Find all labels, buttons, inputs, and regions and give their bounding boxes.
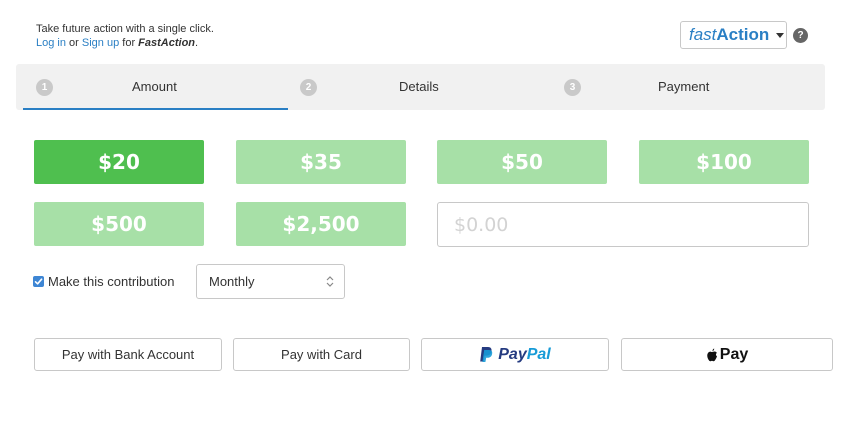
select-arrows-icon (326, 276, 334, 287)
amount-button-50[interactable]: $50 (437, 140, 607, 184)
fastaction-logo-action: Action (716, 25, 770, 44)
step-number-icon: 3 (564, 79, 581, 96)
tab-details-label: Details (399, 79, 439, 94)
pay-bank-button[interactable]: Pay with Bank Account (34, 338, 222, 371)
fastaction-promo: Take future action with a single click. … (36, 22, 214, 50)
tab-payment[interactable]: 3 Payment (553, 64, 825, 110)
recurring-checkbox[interactable] (33, 276, 44, 287)
step-tabs: 1 Amount 2 Details 3 Payment (16, 64, 825, 110)
tab-details[interactable]: 2 Details (288, 64, 553, 110)
pay-card-label: Pay with Card (281, 347, 362, 362)
fastaction-dropdown[interactable]: fast Action (680, 21, 787, 49)
login-link[interactable]: Log in (36, 37, 66, 49)
apple-pay-wordmark: Pay (719, 345, 749, 363)
promo-links: Log in or Sign up for FastAction. (36, 36, 214, 50)
promo-period: . (195, 37, 199, 49)
step-number-icon: 1 (36, 79, 53, 96)
tab-payment-label: Payment (658, 79, 710, 94)
amount-button-20[interactable]: $20 (34, 140, 204, 184)
paypal-pay: Pay (498, 345, 527, 363)
recurring-label: Make this contribution (48, 274, 175, 289)
active-tab-indicator (23, 108, 288, 110)
amount-button-100[interactable]: $100 (639, 140, 809, 184)
apple-logo-icon (707, 348, 717, 361)
frequency-value: Monthly (209, 274, 255, 289)
pay-card-button[interactable]: Pay with Card (233, 338, 410, 371)
checkmark-icon (34, 278, 43, 285)
promo-or: or (69, 37, 79, 49)
promo-brand: FastAction (138, 37, 196, 49)
promo-for: for (122, 37, 136, 49)
pay-bank-label: Pay with Bank Account (61, 347, 195, 362)
amount-button-2500[interactable]: $2,500 (236, 202, 406, 246)
tab-amount-label: Amount (132, 79, 177, 94)
step-number-icon: 2 (300, 79, 317, 96)
paypal-logo-icon (480, 347, 493, 362)
promo-line: Take future action with a single click. (36, 23, 214, 35)
help-icon[interactable]: ? (793, 28, 808, 43)
amount-button-35[interactable]: $35 (236, 140, 406, 184)
custom-amount-input[interactable] (437, 202, 809, 247)
frequency-select[interactable]: Monthly (196, 264, 345, 299)
paypal-pal: Pal (526, 345, 551, 363)
paypal-wordmark: PayPal (498, 346, 550, 364)
signup-link[interactable]: Sign up (82, 37, 119, 49)
caret-down-icon (776, 32, 785, 38)
paypal-button[interactable]: PayPal (421, 338, 609, 371)
fastaction-logo-fast: fast (689, 25, 717, 44)
apple-pay-button[interactable]: Pay (621, 338, 833, 371)
amount-button-500[interactable]: $500 (34, 202, 204, 246)
tab-amount[interactable]: 1 Amount (16, 64, 288, 110)
